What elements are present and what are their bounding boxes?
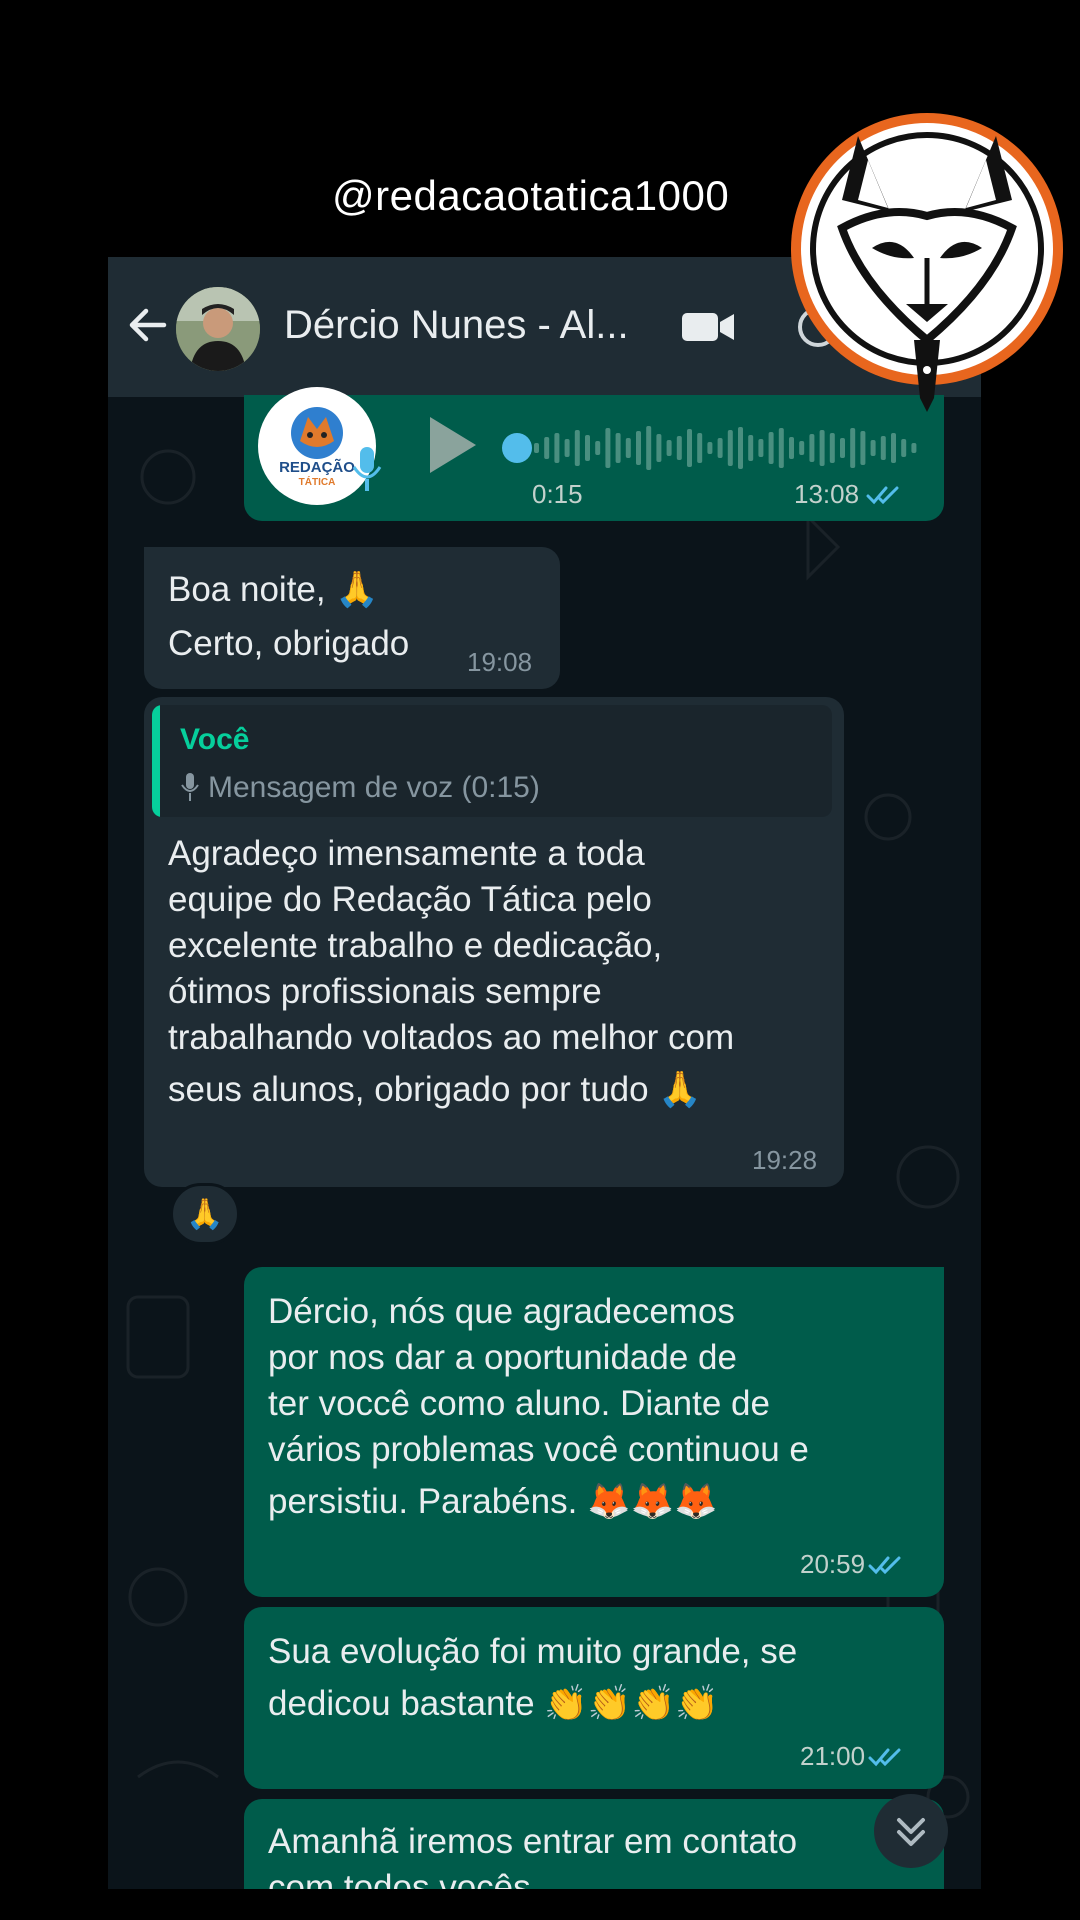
message-line: Dércio, nós que agradecemos xyxy=(268,1292,735,1331)
waveform-bar xyxy=(880,436,886,460)
voice-duration: 0:15 xyxy=(532,479,583,509)
video-camera-icon[interactable] xyxy=(682,309,736,345)
read-receipt-icon xyxy=(868,1556,901,1575)
message-line: excelente trabalho e dedicação, xyxy=(168,926,663,965)
quote-sender: Você xyxy=(180,723,250,756)
waveform-bar xyxy=(778,428,784,468)
play-button[interactable] xyxy=(430,417,476,473)
waveform-bar xyxy=(687,429,692,467)
message-line: persistiu. Parabéns. 🦊🦊🦊 xyxy=(268,1482,718,1521)
read-receipt-icon xyxy=(866,486,899,505)
outgoing-message[interactable]: Sua evolução foi muito grande, se dedico… xyxy=(244,1607,944,1789)
audio-seek-handle[interactable] xyxy=(502,433,532,463)
message-line: Boa noite, 🙏 xyxy=(168,570,379,609)
reaction-badge[interactable]: 🙏 xyxy=(170,1183,240,1245)
message-line: seus alunos, obrigado por tudo 🙏 xyxy=(168,1070,702,1109)
waveform-bar xyxy=(707,442,713,454)
waveform-bar xyxy=(544,437,550,459)
waveform-bar xyxy=(901,439,907,457)
quoted-message[interactable]: Você Mensagem de voz (0:15) xyxy=(152,705,832,817)
contact-avatar[interactable] xyxy=(176,287,260,371)
waveform-bar xyxy=(595,441,601,455)
message-line: Agradeço imensamente a toda xyxy=(168,834,645,873)
waveform-bar xyxy=(870,440,876,456)
waveform-bar xyxy=(768,432,774,464)
scroll-to-bottom-button[interactable] xyxy=(874,1794,948,1868)
waveform-bar xyxy=(727,430,733,466)
arrow-left-icon[interactable] xyxy=(124,301,172,349)
waveform-bar xyxy=(646,426,652,470)
waveform-bar xyxy=(748,435,754,461)
waveform-bar xyxy=(860,431,866,465)
incoming-message[interactable]: Boa noite, 🙏 Certo, obrigado 19:08 xyxy=(144,547,560,689)
waveform-bar xyxy=(758,439,764,457)
outgoing-message[interactable]: Dércio, nós que agradecemos por nos dar … xyxy=(244,1267,944,1597)
message-time: 19:08 xyxy=(467,647,533,677)
waveform-bar xyxy=(809,434,815,462)
read-receipt-icon xyxy=(868,1748,901,1767)
contact-name[interactable]: Dércio Nunes - Al... xyxy=(284,303,629,348)
watermark-handle: @redacaotatica1000 xyxy=(332,172,730,219)
message-line: vários problemas você continuou e xyxy=(268,1430,809,1469)
message-line: Sua evolução foi muito grande, se xyxy=(268,1632,798,1671)
waveform-bar xyxy=(840,438,845,458)
waveform-bar xyxy=(605,428,611,468)
waveform-bar xyxy=(636,431,641,465)
waveform-bar xyxy=(829,433,835,463)
waveform-bar xyxy=(717,438,723,458)
quote-text: Mensagem de voz (0:15) xyxy=(208,771,540,804)
waveform-bar xyxy=(697,433,703,463)
waveform-bar xyxy=(799,441,805,455)
waveform-bar xyxy=(789,437,794,459)
message-line: equipe do Redação Tática pelo xyxy=(168,880,652,919)
mic-icon xyxy=(181,773,199,801)
audio-waveform[interactable] xyxy=(534,415,934,481)
double-chevron-down-icon xyxy=(897,1818,925,1846)
waveform-bar xyxy=(850,428,856,468)
message-line: ótimos profissionais sempre xyxy=(168,972,602,1011)
waveform-bar xyxy=(676,436,682,460)
message-line: com todos vocês xyxy=(268,1868,531,1889)
message-time: 21:00 xyxy=(800,1741,866,1771)
waveform-bar xyxy=(615,433,621,463)
waveform-bar xyxy=(819,430,825,466)
message-line: Amanhã iremos entrar em contato xyxy=(268,1822,798,1861)
waveform-bar xyxy=(625,438,631,458)
message-line: por nos dar a oportunidade de xyxy=(268,1338,737,1377)
message-line: trabalhando voltados ao melhor com xyxy=(168,1018,735,1057)
waveform-bar xyxy=(666,440,672,456)
incoming-reply-message[interactable]: Você Mensagem de voz (0:15) Agradeço ime… xyxy=(144,697,844,1187)
message-time: 19:28 xyxy=(752,1145,818,1175)
waveform-bar xyxy=(554,433,560,463)
waveform-bar xyxy=(656,434,662,462)
message-line: dedicou bastante 👏👏👏👏 xyxy=(268,1684,719,1723)
waveform-bar xyxy=(891,433,896,463)
waveform-bar xyxy=(911,443,917,453)
waveform-bar xyxy=(534,443,539,453)
waveform-bar xyxy=(574,430,580,466)
outgoing-message[interactable]: Amanhã iremos entrar em contato com todo… xyxy=(244,1799,944,1889)
message-line: ter voccê como aluno. Diante de xyxy=(268,1384,770,1423)
fox-pen-logo xyxy=(791,113,1063,412)
quote-accent-bar xyxy=(152,705,160,817)
chat-screen: Dércio Nunes - Al... REDAÇÃO TÁTICA 0:15… xyxy=(108,257,981,1889)
message-time: 20:59 xyxy=(800,1549,866,1579)
waveform-bar xyxy=(564,439,570,457)
waveform-bar xyxy=(738,427,743,469)
waveform-bar xyxy=(585,435,590,461)
message-line: Certo, obrigado xyxy=(168,624,410,663)
mic-icon xyxy=(352,447,382,491)
message-time: 13:08 xyxy=(794,479,860,509)
